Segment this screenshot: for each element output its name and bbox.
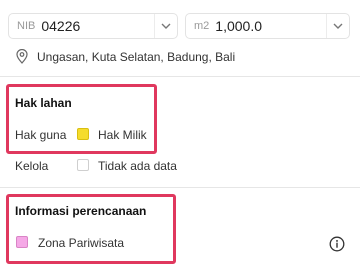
divider	[0, 187, 360, 188]
hak-guna-label: Hak guna	[15, 128, 67, 142]
divider	[0, 76, 360, 77]
zona-color-swatch	[16, 236, 28, 248]
nib-prefix: NIB	[17, 20, 36, 32]
nib-select[interactable]: NIB 04226	[8, 13, 178, 39]
location-pin-icon	[16, 49, 28, 64]
highlight-box-hak-lahan	[6, 84, 157, 154]
kelola-color-swatch	[77, 159, 89, 171]
area-prefix: m2	[194, 20, 210, 32]
area-value: 1,000.0	[215, 18, 262, 34]
area-select[interactable]: m2 1,000.0	[185, 13, 350, 39]
location-text: Ungasan, Kuta Selatan, Badung, Bali	[37, 49, 236, 64]
kelola-label: Kelola	[15, 159, 49, 173]
location-row: Ungasan, Kuta Selatan, Badung, Bali	[16, 49, 235, 64]
chevron-down-icon[interactable]	[154, 14, 177, 38]
section-title-informasi-perencanaan: Informasi perencanaan	[15, 204, 147, 218]
section-title-hak-lahan: Hak lahan	[15, 96, 72, 110]
nib-value: 04226	[41, 18, 81, 34]
zona-label: Zona Pariwisata	[38, 236, 125, 250]
chevron-down-icon[interactable]	[326, 14, 349, 38]
info-icon[interactable]	[329, 236, 345, 252]
hak-guna-color-swatch	[77, 128, 89, 140]
kelola-value: Tidak ada data	[98, 159, 177, 173]
hak-guna-value: Hak Milik	[98, 128, 147, 142]
